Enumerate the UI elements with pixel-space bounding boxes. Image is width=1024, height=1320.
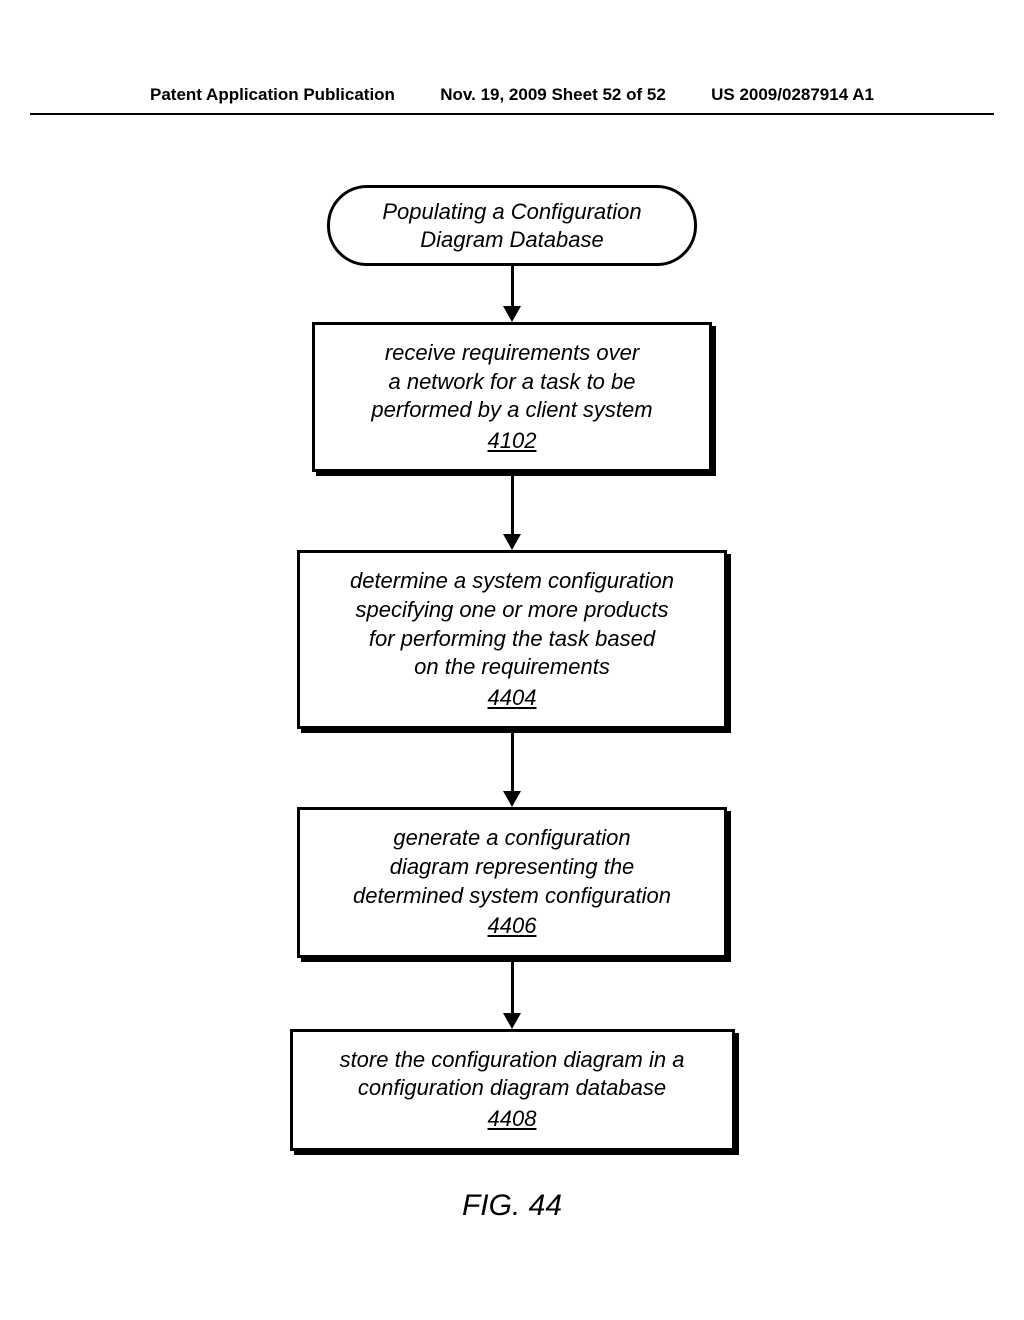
arrow-line [511,729,514,791]
step3-line2: diagram representing the [390,854,635,879]
arrow-head-icon [503,306,521,322]
flowchart-container: Populating a Configuration Diagram Datab… [0,115,1024,1223]
flowchart-step-4: store the configuration diagram in a con… [290,1029,735,1151]
step3-line3: determined system configuration [353,883,671,908]
step1-ref: 4102 [335,427,689,456]
page-header: Patent Application Publication Nov. 19, … [30,0,994,115]
step2-line4: on the requirements [414,654,610,679]
arrow-line [511,266,514,306]
flowchart-arrow [503,472,521,550]
header-center-text: Nov. 19, 2009 Sheet 52 of 52 [440,85,666,105]
step1-line3: performed by a client system [371,397,652,422]
step2-line3: for performing the task based [369,626,655,651]
flowchart-step-1: receive requirements over a network for … [312,322,712,472]
arrow-line [511,472,514,534]
step2-line1: determine a system configuration [350,568,674,593]
flowchart-step-2: determine a system configuration specify… [297,550,727,729]
terminal-line1: Populating a Configuration [382,199,641,224]
terminal-line2: Diagram Database [420,227,603,252]
step1-line2: a network for a task to be [388,369,635,394]
flowchart-arrow [503,958,521,1029]
step3-ref: 4406 [320,912,704,941]
flowchart-arrow [503,729,521,807]
header-left-text: Patent Application Publication [150,85,395,105]
step4-line1: store the configuration diagram in a [340,1047,685,1072]
step2-ref: 4404 [320,684,704,713]
flowchart-arrow [503,266,521,322]
step1-line1: receive requirements over [385,340,639,365]
step2-line2: specifying one or more products [355,597,668,622]
flowchart-step-3: generate a configuration diagram represe… [297,807,727,957]
step3-line1: generate a configuration [393,825,630,850]
arrow-line [511,958,514,1013]
flowchart-terminal: Populating a Configuration Diagram Datab… [327,185,697,266]
header-right-text: US 2009/0287914 A1 [711,85,874,105]
arrow-head-icon [503,1013,521,1029]
step4-line2: configuration diagram database [358,1075,666,1100]
step4-ref: 4408 [313,1105,712,1134]
arrow-head-icon [503,791,521,807]
figure-caption: FIG. 44 [462,1189,562,1223]
arrow-head-icon [503,534,521,550]
